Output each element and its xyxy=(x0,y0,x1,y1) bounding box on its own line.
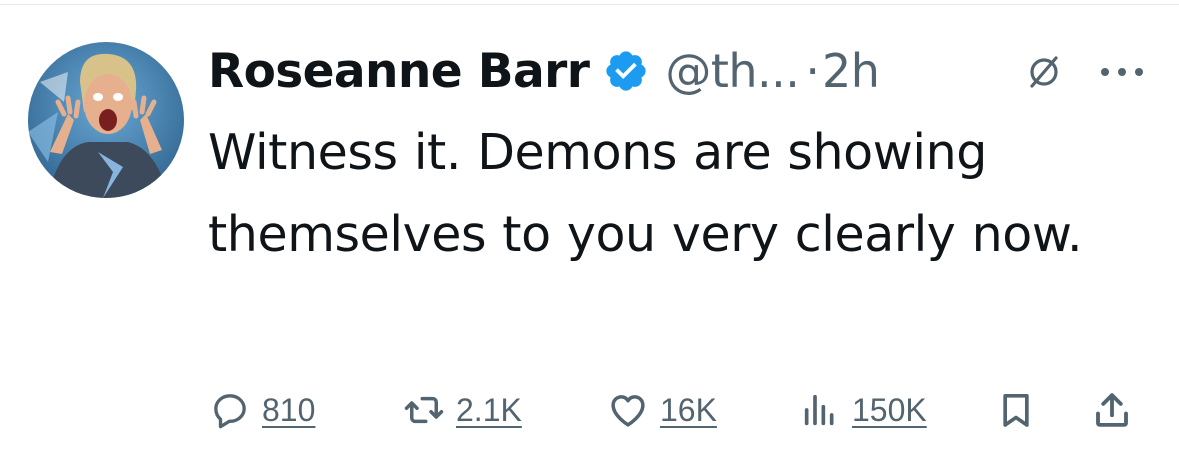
like-button[interactable]: 16K xyxy=(606,384,717,436)
bookmark-button[interactable] xyxy=(994,384,1038,436)
grok-icon[interactable] xyxy=(1024,52,1064,92)
action-bar: 810 2.1K 16K 150K xyxy=(208,384,1148,436)
reply-icon xyxy=(208,388,252,432)
tweet-header: Roseanne Barr @th... · 2h xyxy=(208,38,880,104)
tweet-text: Witness it. Demons are showing themselve… xyxy=(208,124,1083,263)
separator-dot: · xyxy=(805,44,820,98)
retweet-button[interactable]: 2.1K xyxy=(402,384,522,436)
author-handle[interactable]: @th... xyxy=(665,44,800,98)
retweet-icon xyxy=(402,388,446,432)
view-count: 150K xyxy=(852,391,927,428)
views-button[interactable]: 150K xyxy=(798,384,927,436)
avatar[interactable] xyxy=(28,42,184,198)
tweet[interactable]: Roseanne Barr @th... · 2h Witness it. De… xyxy=(0,0,1179,462)
more-icon[interactable] xyxy=(1096,54,1148,90)
verified-badge-icon xyxy=(603,48,649,94)
retweet-count: 2.1K xyxy=(456,391,522,428)
reply-count: 810 xyxy=(262,391,316,428)
author-name[interactable]: Roseanne Barr xyxy=(208,44,590,99)
bookmark-icon xyxy=(994,388,1038,432)
heart-icon xyxy=(606,388,650,432)
share-button[interactable] xyxy=(1090,384,1134,436)
reply-button[interactable]: 810 xyxy=(208,384,315,436)
like-count: 16K xyxy=(660,391,717,428)
timestamp[interactable]: 2h xyxy=(822,44,880,98)
share-icon xyxy=(1090,388,1134,432)
views-icon xyxy=(798,388,842,432)
